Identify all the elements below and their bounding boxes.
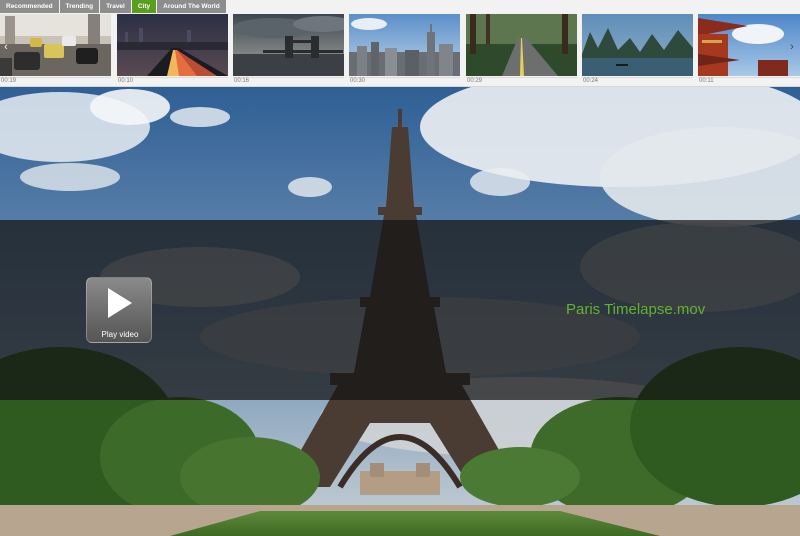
- thumbnail-item[interactable]: 00:24: [582, 14, 693, 85]
- thumbnail-duration: 00:19: [1, 78, 17, 84]
- play-video-label: Play video: [101, 330, 139, 339]
- progress-bar: [466, 77, 577, 78]
- thumbnail-duration: 00:24: [583, 78, 599, 84]
- thumbnail-duration: 00:29: [467, 78, 483, 84]
- thumbnail-item[interactable]: 00:29: [466, 14, 577, 85]
- tab-around-the-world[interactable]: Around The World: [157, 0, 226, 13]
- thumbnail-item[interactable]: 00:10: [117, 14, 228, 85]
- thumbnail-duration: 00:30: [350, 78, 366, 84]
- play-icon: [108, 288, 132, 318]
- thumbnail-panel: Recommended Trending Travel City Around …: [0, 0, 800, 87]
- chevron-left-icon: ‹: [4, 41, 8, 53]
- tab-city[interactable]: City: [131, 0, 157, 13]
- thumbnail-image: [117, 14, 228, 76]
- video-title: Paris Timelapse.mov: [566, 301, 706, 318]
- chevron-right-icon: ›: [790, 41, 794, 53]
- thumbnail-image: [0, 14, 111, 76]
- featured-video[interactable]: Play video Paris Timelapse.mov: [0, 87, 800, 536]
- thumbnail-item[interactable]: 00:16: [233, 14, 344, 85]
- thumbnail-item[interactable]: 00:19: [0, 14, 111, 85]
- progress-bar: [117, 77, 228, 78]
- thumbnail-strip: 00:19 00:10 00:16 00:30 00:29 00:24 00:1…: [0, 13, 800, 87]
- thumbnail-image: [233, 14, 344, 76]
- thumbnail-item[interactable]: 00:11: [698, 14, 800, 85]
- scroll-left-button[interactable]: ‹: [0, 33, 12, 61]
- thumbnail-duration: 00:16: [234, 78, 250, 84]
- play-video-button[interactable]: Play video: [86, 277, 152, 343]
- category-tabs: Recommended Trending Travel City Around …: [0, 0, 226, 13]
- thumbnail-duration: 00:10: [118, 78, 134, 84]
- tab-travel[interactable]: Travel: [100, 0, 131, 13]
- progress-bar: [582, 77, 693, 78]
- video-gallery-app: Recommended Trending Travel City Around …: [0, 0, 800, 536]
- tab-recommended[interactable]: Recommended: [0, 0, 59, 13]
- scroll-right-button[interactable]: ›: [786, 33, 798, 61]
- thumbnail-duration: 00:11: [699, 78, 714, 84]
- progress-bar: [349, 77, 460, 78]
- thumbnail-image: [349, 14, 460, 76]
- thumbnail-item[interactable]: 00:30: [349, 14, 460, 85]
- progress-bar: [233, 77, 344, 78]
- progress-bar: [0, 77, 111, 78]
- thumbnail-image: [698, 14, 800, 76]
- tab-trending[interactable]: Trending: [59, 0, 100, 13]
- thumbnail-image: [582, 14, 693, 76]
- thumbnail-image: [466, 14, 577, 76]
